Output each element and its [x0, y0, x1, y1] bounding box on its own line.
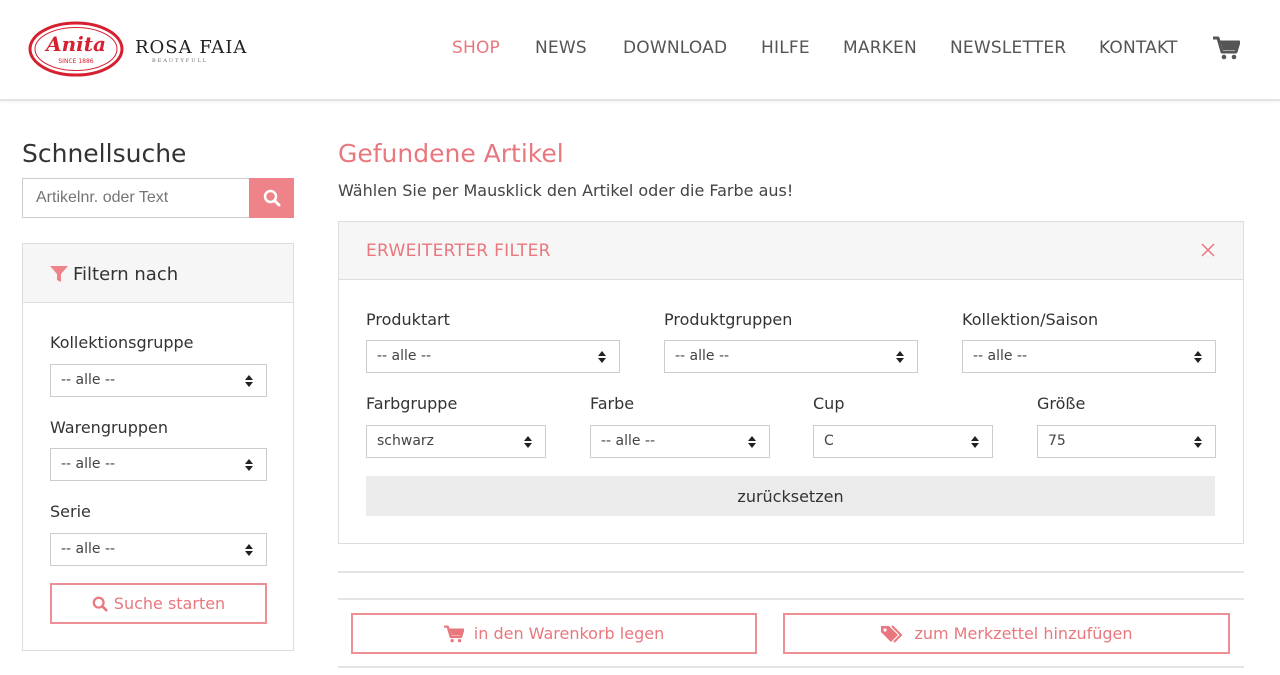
nav-shop[interactable]: SHOP — [452, 38, 500, 60]
anita-logo[interactable]: Anita SINCE 1886 — [28, 21, 124, 77]
produktgruppen-value: -- alle -- — [675, 348, 730, 364]
select-arrows-icon — [971, 436, 979, 448]
select-arrows-icon — [1194, 436, 1202, 448]
produktgruppen-select[interactable]: -- alle -- — [664, 340, 918, 373]
brand-tagline: BEAUTYFULL — [152, 58, 209, 64]
divider — [338, 571, 1244, 573]
advanced-filter-title: ERWEITERTER FILTER — [366, 241, 551, 261]
shopping-cart-icon — [443, 624, 464, 642]
warengruppen-value: -- alle -- — [61, 456, 116, 472]
quick-search-title: Schnellsuche — [22, 139, 187, 168]
start-search-button[interactable]: Suche starten — [50, 583, 267, 624]
serie-label: Serie — [50, 502, 91, 521]
kollektion-saison-value: -- alle -- — [973, 348, 1028, 364]
select-arrows-icon — [245, 544, 253, 556]
farbe-select[interactable]: -- alle -- — [590, 425, 770, 458]
search-input[interactable] — [22, 178, 249, 218]
select-arrows-icon — [896, 351, 904, 363]
warengruppen-select[interactable]: -- alle -- — [50, 448, 267, 481]
search-icon — [92, 596, 108, 612]
add-to-cart-label: in den Warenkorb legen — [473, 624, 665, 643]
divider — [338, 598, 1244, 600]
farbgruppe-label: Farbgruppe — [366, 394, 458, 413]
select-arrows-icon — [524, 436, 532, 448]
farbgruppe-value: schwarz — [377, 433, 434, 449]
serie-value: -- alle -- — [61, 541, 116, 557]
farbgruppe-select[interactable]: schwarz — [366, 425, 546, 458]
nav-kontakt[interactable]: KONTAKT — [1099, 38, 1178, 60]
warengruppen-label: Warengruppen — [50, 418, 168, 437]
kollektionsgruppe-label: Kollektionsgruppe — [50, 333, 194, 352]
shopping-cart-icon[interactable] — [1213, 36, 1240, 60]
advanced-filter-panel: ERWEITERTER FILTER Produktart -- alle --… — [338, 221, 1244, 544]
groesse-value: 75 — [1048, 433, 1066, 449]
add-to-wishlist-label: zum Merkzettel hinzufügen — [914, 624, 1133, 643]
cup-value: C — [824, 433, 834, 449]
kollektionsgruppe-value: -- alle -- — [61, 372, 116, 388]
page-subtitle: Wählen Sie per Mausklick den Artikel ode… — [338, 181, 794, 200]
groesse-select[interactable]: 75 — [1037, 425, 1216, 458]
kollektionsgruppe-select[interactable]: -- alle -- — [50, 364, 267, 397]
filter-panel: Filtern nach Kollektionsgruppe -- alle -… — [22, 243, 294, 651]
add-to-wishlist-button[interactable]: zum Merkzettel hinzufügen — [783, 613, 1230, 654]
farbe-value: -- alle -- — [601, 433, 656, 449]
reset-button[interactable]: zurücksetzen — [366, 476, 1215, 516]
search-icon — [263, 189, 280, 207]
kollektion-saison-select[interactable]: -- alle -- — [962, 340, 1216, 373]
close-icon[interactable] — [1201, 243, 1215, 257]
select-arrows-icon — [748, 436, 756, 448]
kollektion-saison-label: Kollektion/Saison — [962, 310, 1099, 329]
nav-marken[interactable]: MARKEN — [843, 38, 917, 60]
page-title: Gefundene Artikel — [338, 139, 564, 168]
svg-text:Anita: Anita — [44, 32, 106, 56]
brand-name[interactable]: ROSA FAIA — [135, 37, 247, 58]
produktart-label: Produktart — [366, 310, 450, 329]
farbe-label: Farbe — [590, 394, 635, 413]
add-to-cart-button[interactable]: in den Warenkorb legen — [351, 613, 757, 654]
select-arrows-icon — [1194, 351, 1202, 363]
select-arrows-icon — [598, 351, 606, 363]
select-arrows-icon — [245, 375, 253, 387]
funnel-icon — [50, 266, 68, 282]
filter-title: Filtern nach — [73, 264, 179, 285]
serie-select[interactable]: -- alle -- — [50, 533, 267, 566]
produktart-value: -- alle -- — [377, 348, 432, 364]
cup-label: Cup — [813, 394, 845, 413]
groesse-label: Größe — [1037, 394, 1086, 413]
produktart-select[interactable]: -- alle -- — [366, 340, 620, 373]
svg-text:SINCE 1886: SINCE 1886 — [58, 58, 93, 65]
nav-news[interactable]: NEWS — [535, 38, 587, 60]
nav-hilfe[interactable]: HILFE — [761, 38, 810, 60]
site-header: Anita SINCE 1886 ROSA FAIA BEAUTYFULL SH… — [0, 0, 1280, 101]
start-search-label: Suche starten — [113, 594, 226, 613]
advanced-filter-header[interactable]: ERWEITERTER FILTER — [339, 222, 1243, 280]
filter-panel-header: Filtern nach — [23, 244, 293, 303]
tags-icon — [881, 624, 903, 643]
cup-select[interactable]: C — [813, 425, 993, 458]
select-arrows-icon — [245, 459, 253, 471]
nav-download[interactable]: DOWNLOAD — [623, 38, 727, 60]
search-button[interactable] — [249, 178, 294, 218]
nav-newsletter[interactable]: NEWSLETTER — [950, 38, 1066, 60]
produktgruppen-label: Produktgruppen — [664, 310, 793, 329]
divider — [338, 666, 1244, 668]
